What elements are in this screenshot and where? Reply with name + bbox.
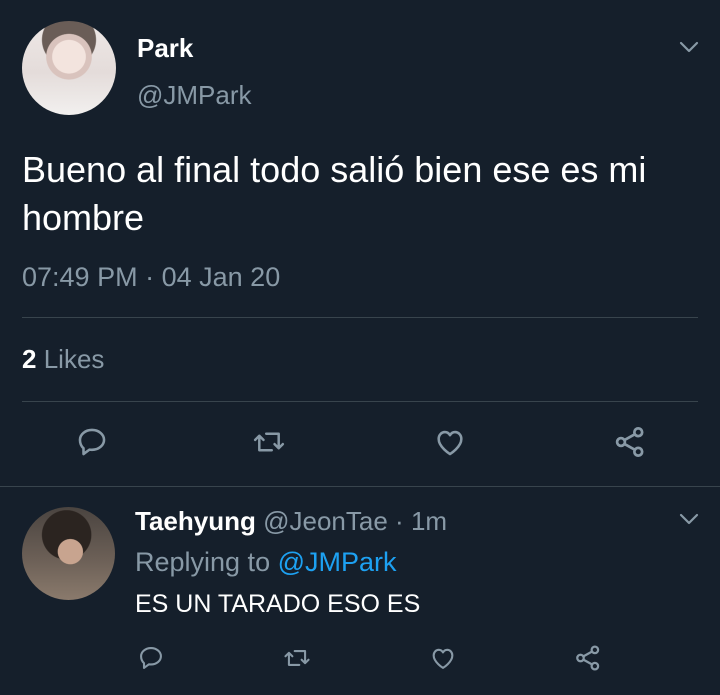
tweet-date: 04 Jan 20: [161, 262, 281, 292]
reply-age: 1m: [410, 506, 448, 536]
reply-text: ES UN TARADO ESO ES: [135, 590, 421, 618]
likes-number: 2: [22, 344, 37, 374]
retweet-icon: [251, 425, 287, 459]
replying-to: Replying to @JMPark: [135, 547, 397, 578]
author-handle[interactable]: @JMPark: [137, 80, 252, 111]
like-icon: [429, 644, 457, 672]
reply-button[interactable]: [72, 424, 112, 460]
main-tweet: Park @JMPark Bueno al final todo salió b…: [0, 0, 720, 486]
tweet-timestamp: 07:49 PM · 04 Jan 20: [22, 262, 280, 293]
retweet-button[interactable]: [249, 424, 289, 460]
chevron-down-icon[interactable]: [678, 508, 700, 530]
reply-author-handle[interactable]: @JeonTae: [263, 506, 388, 536]
retweet-button[interactable]: [280, 643, 314, 673]
reply-icon: [137, 644, 165, 672]
avatar[interactable]: [22, 21, 116, 115]
divider: [22, 401, 698, 402]
like-icon: [433, 425, 467, 459]
separator-dot: ·: [395, 506, 404, 536]
reply-header: Taehyung @JeonTae · 1m: [135, 506, 447, 537]
reply-button[interactable]: [134, 643, 168, 673]
reply-author-name[interactable]: Taehyung: [135, 506, 256, 536]
likes-label: Likes: [43, 344, 105, 374]
separator-dot: ·: [145, 262, 155, 292]
like-button[interactable]: [426, 643, 460, 673]
chevron-down-icon[interactable]: [678, 36, 700, 58]
like-button[interactable]: [430, 424, 470, 460]
author-name[interactable]: Park: [137, 33, 193, 64]
divider: [22, 317, 698, 318]
avatar[interactable]: [22, 507, 115, 600]
share-button[interactable]: [610, 424, 650, 460]
retweet-icon: [282, 644, 312, 672]
share-button[interactable]: [571, 642, 605, 674]
tweet-separator: [0, 486, 720, 487]
tweet-time: 07:49 PM: [22, 262, 138, 292]
replying-prefix: Replying to: [135, 547, 271, 577]
share-icon: [612, 424, 648, 460]
replying-mention-link[interactable]: @JMPark: [278, 547, 397, 577]
tweet-text: Bueno al final todo salió bien ese es mi…: [22, 149, 647, 238]
likes-count[interactable]: 2 Likes: [22, 344, 104, 375]
share-icon: [573, 643, 603, 673]
reply-icon: [75, 425, 109, 459]
